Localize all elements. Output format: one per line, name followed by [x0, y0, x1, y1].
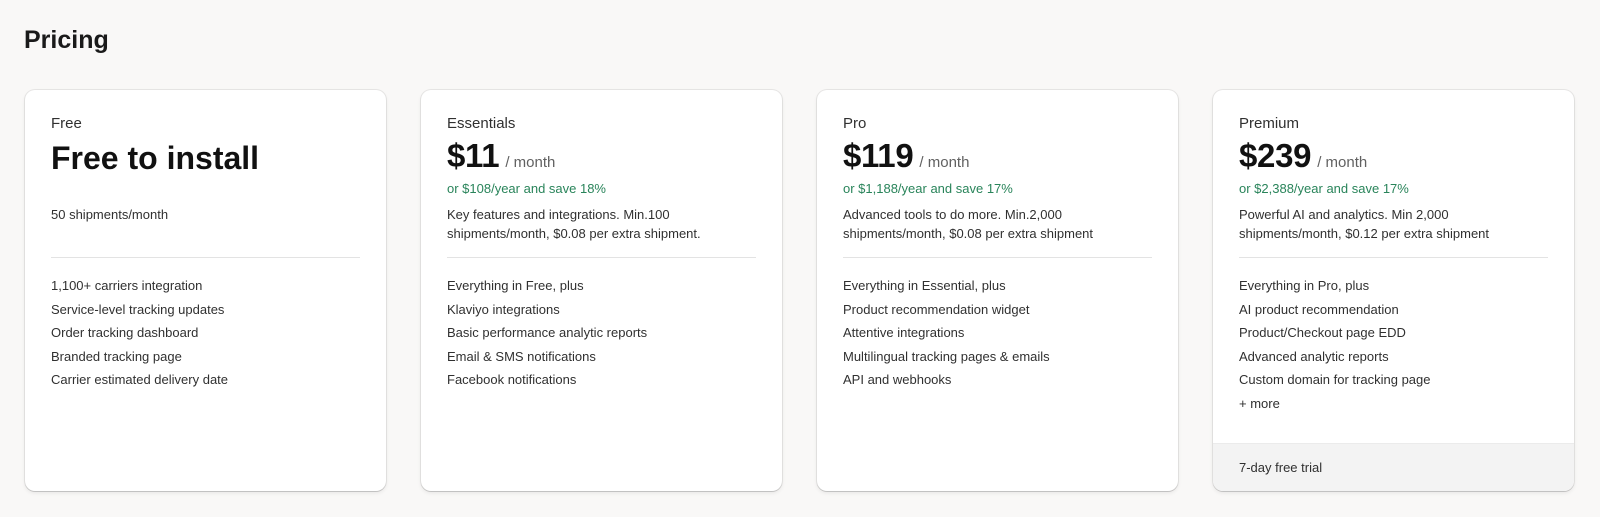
- plan-price: Free to install: [51, 137, 360, 176]
- price-amount: $119: [843, 137, 914, 174]
- price-amount: $11: [447, 137, 500, 174]
- plan-yearly-savings: or $1,188/year and save 17%: [843, 181, 1013, 196]
- plan-name: Essentials: [447, 115, 516, 132]
- feature-item: Product/Checkout page EDD: [1239, 325, 1406, 340]
- plan-price: $239 / month: [1239, 137, 1548, 175]
- feature-list: Everything in Free, plus Klaviyo integra…: [447, 274, 756, 392]
- plan-card-essentials[interactable]: Essentials $11 / month or $108/year and …: [421, 90, 782, 491]
- feature-item: Basic performance analytic reports: [447, 325, 648, 340]
- feature-item: Email & SMS notifications: [447, 348, 596, 364]
- plan-name: Free: [51, 115, 82, 132]
- feature-item: Advanced analytic reports: [1239, 348, 1389, 364]
- feature-item: API and webhooks: [843, 372, 952, 387]
- plan-name: Premium: [1239, 115, 1300, 132]
- pricing-plans: Free Free to install 50 shipments/month …: [25, 90, 1574, 491]
- feature-item: 1,100+ carriers integration: [51, 278, 203, 293]
- price-period: / month: [505, 154, 556, 171]
- feature-item: Custom domain for tracking page: [1239, 372, 1431, 387]
- plan-yearly-empty: [51, 179, 360, 199]
- divider: [51, 257, 360, 258]
- page-title: Pricing: [24, 26, 109, 54]
- feature-item: Facebook notifications: [447, 372, 577, 387]
- feature-item: Carrier estimated delivery date: [51, 372, 229, 387]
- feature-list: Everything in Essential, plus Product re…: [843, 274, 1152, 392]
- feature-item: Everything in Essential, plus: [843, 278, 1006, 293]
- feature-item: Order tracking dashboard: [51, 325, 199, 340]
- plan-description: 50 shipments/month: [51, 207, 169, 222]
- feature-item: Branded tracking page: [51, 348, 182, 364]
- feature-item: Multilingual tracking pages & emails: [843, 348, 1050, 364]
- price-period: / month: [1317, 154, 1368, 171]
- plan-price: $119 / month: [843, 137, 1152, 175]
- feature-item: Product recommendation widget: [843, 301, 1030, 317]
- plan-name: Pro: [843, 115, 867, 132]
- feature-item: Service-level tracking updates: [51, 301, 225, 317]
- plan-card-free[interactable]: Free Free to install 50 shipments/month …: [25, 90, 386, 491]
- plan-description: Key features and integrations. Min.100 s…: [447, 207, 701, 241]
- divider: [1239, 257, 1548, 258]
- feature-list: Everything in Pro, plus AI product recom…: [1239, 274, 1548, 415]
- plan-description: Powerful AI and analytics. Min 2,000 shi…: [1239, 207, 1490, 241]
- free-trial-footer: 7-day free trial: [1213, 443, 1574, 491]
- plan-yearly-savings: or $2,388/year and save 17%: [1239, 181, 1409, 196]
- plan-price: $11 / month: [447, 137, 756, 175]
- divider: [843, 257, 1152, 258]
- feature-item: Everything in Pro, plus: [1239, 278, 1370, 293]
- plan-description: Advanced tools to do more. Min.2,000 shi…: [843, 207, 1094, 241]
- feature-item: AI product recommendation: [1239, 301, 1399, 317]
- plan-card-premium[interactable]: Premium $239 / month or $2,388/year and …: [1213, 90, 1574, 491]
- feature-item: Attentive integrations: [843, 325, 965, 340]
- price-free-text: Free to install: [51, 140, 260, 176]
- divider: [447, 257, 756, 258]
- plan-card-pro[interactable]: Pro $119 / month or $1,188/year and save…: [817, 90, 1178, 491]
- price-period: / month: [919, 154, 970, 171]
- price-amount: $239: [1239, 137, 1312, 174]
- feature-item: Klaviyo integrations: [447, 301, 560, 317]
- feature-list: 1,100+ carriers integration Service-leve…: [51, 274, 360, 392]
- feature-item-more: + more: [1239, 395, 1280, 411]
- plan-yearly-savings: or $108/year and save 18%: [447, 181, 606, 196]
- feature-item: Everything in Free, plus: [447, 278, 584, 293]
